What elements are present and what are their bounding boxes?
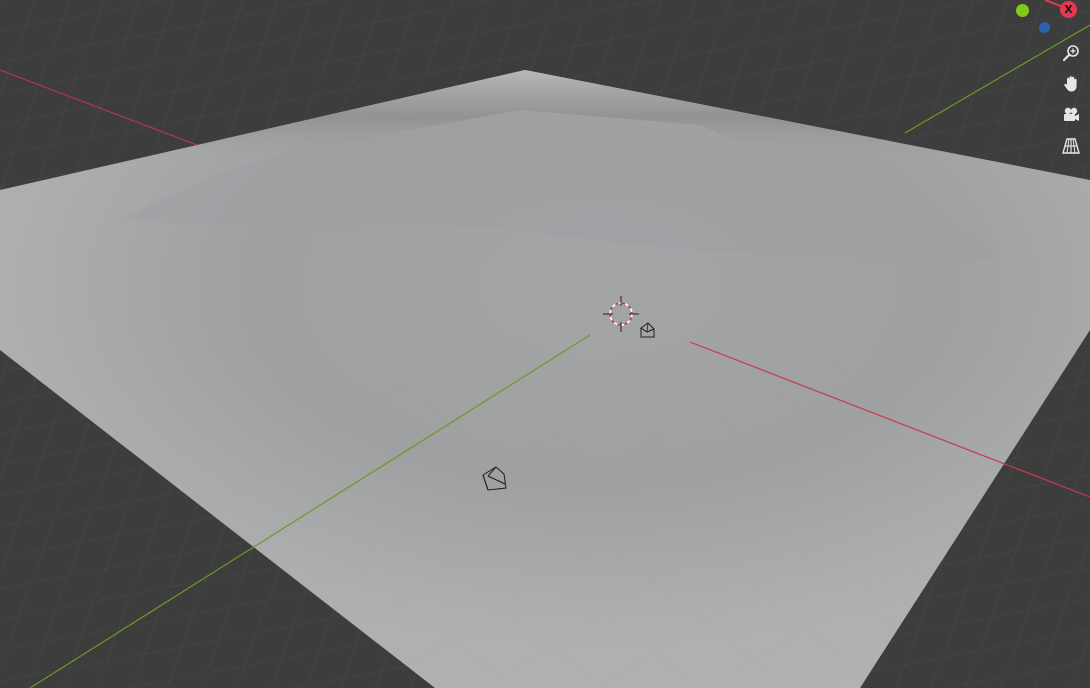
gizmo-x-axis-button[interactable]: X [1060, 1, 1077, 18]
gizmo-y-axis-button[interactable] [1016, 4, 1029, 17]
camera-view-button[interactable] [1057, 101, 1085, 129]
3d-viewport[interactable]: X [0, 0, 1090, 688]
viewport-navigation-tools [1057, 39, 1085, 163]
gizmo-x-label: X [1064, 3, 1073, 16]
scene-canvas[interactable] [0, 0, 1090, 688]
pan-button[interactable] [1057, 70, 1085, 98]
perspective-toggle-button[interactable] [1057, 132, 1085, 160]
hand-pan-icon [1064, 76, 1077, 92]
gizmo-z-axis-button[interactable] [1039, 22, 1050, 33]
zoom-icon [1062, 45, 1079, 62]
perspective-grid-icon [1062, 138, 1080, 154]
zoom-button[interactable] [1057, 39, 1085, 67]
camera-view-icon [1064, 107, 1079, 121]
